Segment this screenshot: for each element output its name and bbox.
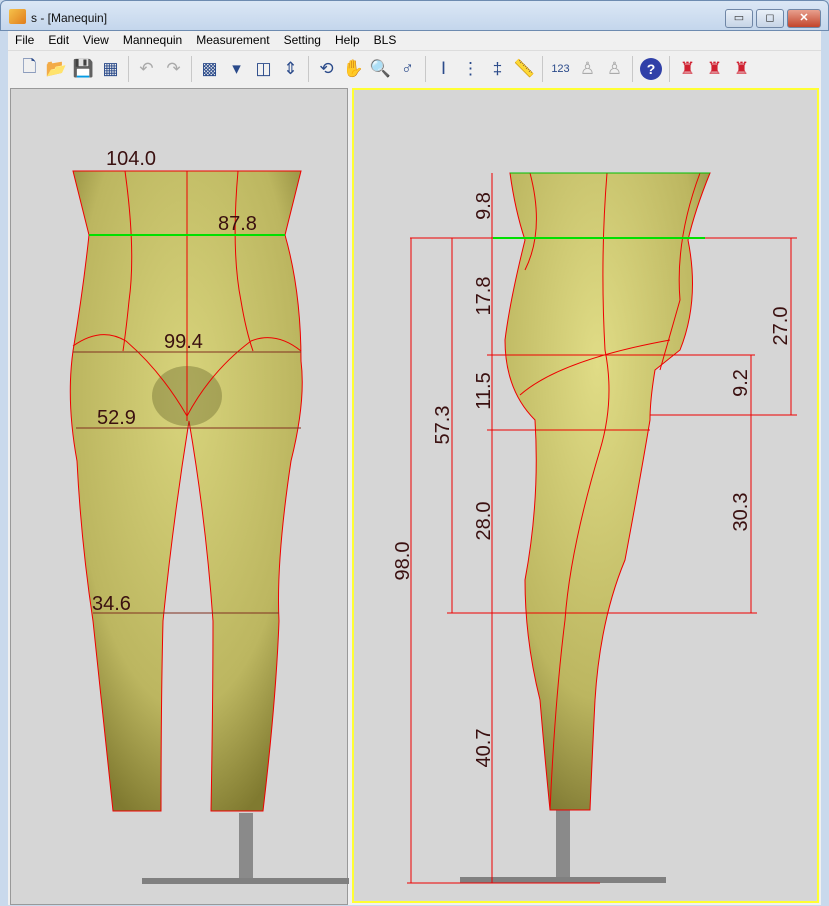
zoom-button[interactable]: 🔍 (367, 55, 394, 82)
measure-dotted-icon: ⋮ (462, 58, 479, 78)
zoom-icon: 🔍 (369, 58, 392, 78)
side-mannequin: 9.8 17.8 11.5 57.3 28.0 98.0 40.7 27.0 9… (392, 172, 797, 884)
label-98-0: 98.0 (392, 542, 414, 581)
stand-base (460, 877, 666, 883)
side-view-panel[interactable]: 9.8 17.8 11.5 57.3 28.0 98.0 40.7 27.0 9… (352, 88, 819, 903)
layout-icon: ◫ (255, 58, 272, 78)
mannequin-line-button[interactable]: ♜ (728, 55, 755, 82)
label-knee: 34.6 (92, 593, 131, 615)
help-icon: ? (646, 60, 656, 77)
menu-setting[interactable]: Setting (277, 31, 328, 50)
toolbar: 🗋 📂 💾 ▦ ↶ ↷ ▩ ▾ ◫ ⇕ ⟲ ✋ 🔍 ♂ Ⅰ ⋮ ‡ 📏 123 ♙ ♙? ♜ ♜ ♜ (8, 50, 821, 86)
open-folder-button[interactable]: 📂 (43, 55, 70, 82)
menu-measurement[interactable]: Measurement (189, 31, 276, 50)
texture-icon: ▩ (201, 58, 218, 78)
stand-pole (239, 813, 253, 879)
pan-hand-button[interactable]: ✋ (340, 55, 367, 82)
toolbar-separator (542, 55, 543, 82)
label-28-0: 28.0 (473, 502, 495, 541)
new-file-button[interactable]: 🗋 (16, 55, 43, 82)
measure-vertical-icon: Ⅰ (440, 58, 446, 78)
dropdown-arrow-icon: ▾ (232, 58, 241, 78)
front-view-panel[interactable]: 104.0 87.8 99.4 52.9 34.6 (10, 88, 349, 905)
export-icon: ▦ (102, 58, 119, 78)
body-height-icon: ♙ (579, 58, 596, 78)
menu-help[interactable]: Help (328, 31, 367, 50)
numbers-123-icon: 123 (551, 62, 570, 75)
measure-cross-icon: ‡ (492, 58, 503, 78)
mannequin-height-icon: ♜ (679, 58, 696, 78)
label-30-3: 30.3 (730, 493, 752, 532)
maximize-button[interactable]: ◻ (756, 9, 784, 28)
export-button[interactable]: ▦ (97, 55, 124, 82)
measure-dotted-button[interactable]: ⋮ (457, 55, 484, 82)
add-body-icon: ♙ (606, 58, 623, 78)
undo-button[interactable]: ↶ (133, 55, 160, 82)
toolbar-separator (669, 55, 670, 82)
help-button[interactable]: ? (640, 57, 662, 80)
measure-vertical-button[interactable]: Ⅰ (430, 55, 457, 82)
label-11-5: 11.5 (473, 372, 495, 409)
menu-mannequin[interactable]: Mannequin (116, 31, 189, 50)
title-bar: s - [Manequin] ▭ ◻ ✕ (0, 0, 829, 31)
height-figure-button[interactable]: ⇕ (277, 55, 304, 82)
label-17-8: 17.8 (473, 277, 495, 316)
new-file-icon: 🗋 (22, 57, 37, 76)
app-icon (9, 9, 26, 24)
close-button[interactable]: ✕ (787, 9, 821, 28)
front-mannequin: 104.0 87.8 99.4 52.9 34.6 (69, 148, 349, 884)
menu-bar: File Edit View Mannequin Measurement Set… (8, 31, 821, 50)
save-button[interactable]: 💾 (70, 55, 97, 82)
stand-base (142, 878, 349, 884)
label-40-7: 40.7 (473, 729, 495, 768)
body-height-button[interactable]: ♙ (574, 55, 601, 82)
label-waist-top: 104.0 (106, 148, 156, 170)
toolbar-separator (128, 55, 129, 82)
mannequin-edit-icon: ♜ (706, 58, 723, 78)
menu-bls[interactable]: BLS (367, 31, 404, 50)
label-thigh: 52.9 (97, 407, 136, 429)
save-icon: 💾 (72, 58, 95, 78)
window-title: s - [Manequin] (31, 11, 108, 25)
rotate-icon: ⟲ (319, 58, 334, 78)
redo-button[interactable]: ↷ (160, 55, 187, 82)
toolbar-separator (632, 55, 633, 82)
label-57-3: 57.3 (432, 406, 454, 445)
mannequin-line-icon: ♜ (733, 58, 750, 78)
label-27-0: 27.0 (770, 307, 792, 346)
stand-pole (556, 810, 570, 878)
toolbar-separator (308, 55, 309, 82)
redo-icon: ↷ (166, 58, 181, 78)
menu-view[interactable]: View (76, 31, 116, 50)
mannequin-height-button[interactable]: ♜ (674, 55, 701, 82)
layout-button[interactable]: ◫ (250, 55, 277, 82)
measure-cross-button[interactable]: ‡ (484, 55, 511, 82)
front-body (69, 170, 303, 812)
menu-edit[interactable]: Edit (41, 31, 76, 50)
texture-button[interactable]: ▩ (196, 55, 223, 82)
mannequin-edit-button[interactable]: ♜ (701, 55, 728, 82)
add-body-button[interactable]: ♙ (601, 55, 628, 82)
pan-hand-icon: ✋ (342, 58, 365, 78)
ruler-icon: 📏 (513, 58, 536, 78)
label-hip: 99.4 (164, 331, 203, 353)
minimize-button[interactable]: ▭ (725, 9, 753, 28)
gender-icon: ♂ (401, 58, 414, 78)
label-9-2: 9.2 (730, 369, 752, 397)
ruler-button[interactable]: 📏 (511, 55, 538, 82)
label-9-8: 9.8 (473, 192, 495, 220)
menu-file[interactable]: File (8, 31, 41, 50)
numbers-123-button[interactable]: 123 (547, 55, 574, 82)
height-figure-icon: ⇕ (283, 58, 298, 78)
rotate-button[interactable]: ⟲ (313, 55, 340, 82)
dropdown-arrow-button[interactable]: ▾ (223, 55, 250, 82)
undo-icon: ↶ (139, 58, 154, 78)
toolbar-separator (425, 55, 426, 82)
toolbar-separator (191, 55, 192, 82)
open-folder-icon: 📂 (45, 58, 68, 78)
label-waist: 87.8 (218, 213, 257, 235)
gender-button[interactable]: ♂ (394, 55, 421, 82)
